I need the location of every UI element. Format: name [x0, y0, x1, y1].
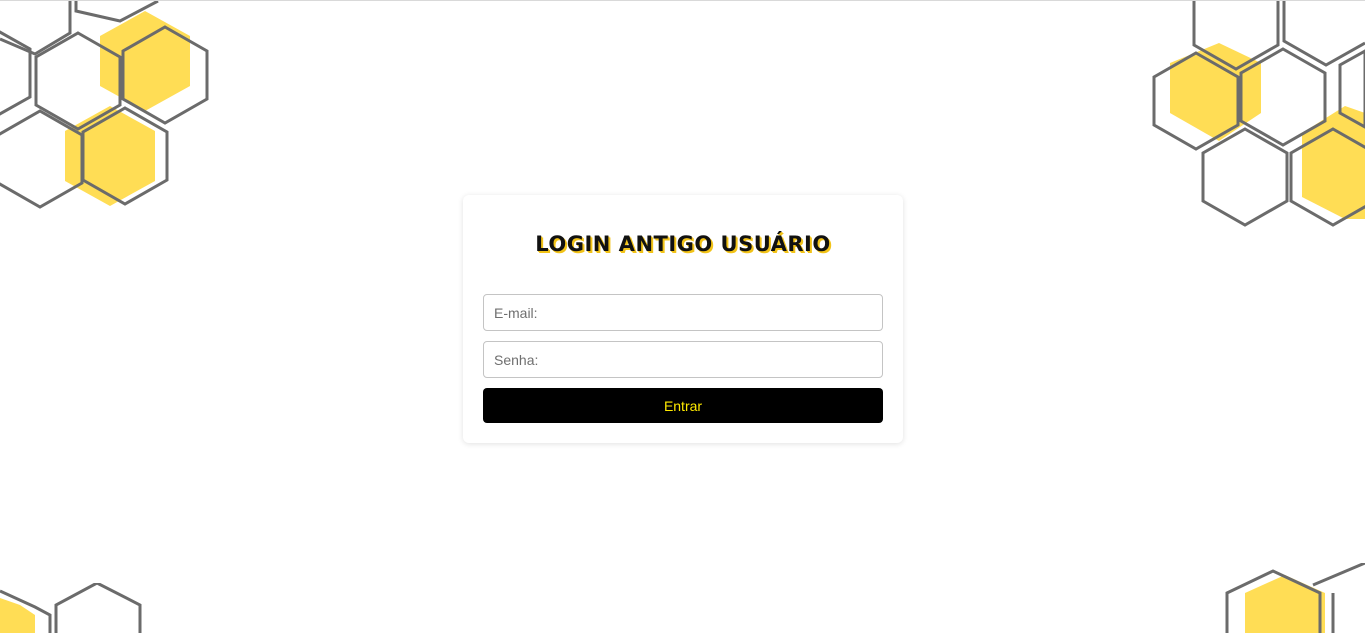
honeycomb-decoration-top-left	[0, 1, 209, 209]
honeycomb-decoration-top-right	[1152, 1, 1365, 227]
email-input[interactable]	[483, 294, 883, 331]
login-card: Login Antigo Usuário Entrar	[463, 195, 903, 443]
honeycomb-decoration-bottom-left	[0, 583, 142, 633]
password-input[interactable]	[483, 341, 883, 378]
honeycomb-decoration-bottom-right	[1225, 563, 1365, 633]
login-title: Login Antigo Usuário	[535, 232, 831, 256]
page: Login Antigo Usuário Entrar	[0, 0, 1365, 633]
login-submit-button[interactable]: Entrar	[483, 388, 883, 423]
